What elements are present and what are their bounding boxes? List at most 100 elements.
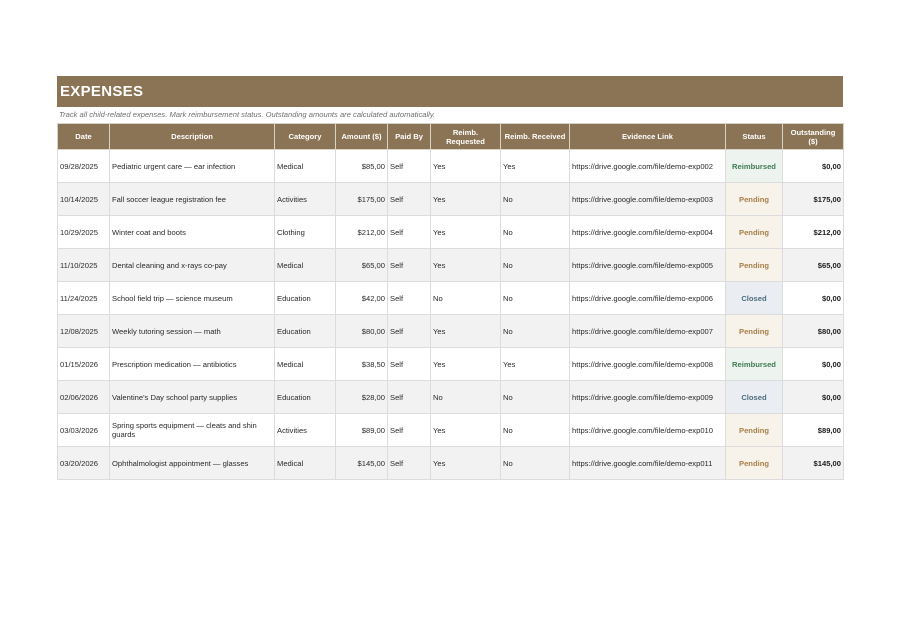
cell-category[interactable]: Activities bbox=[274, 182, 336, 216]
cell-category[interactable]: Education bbox=[274, 281, 336, 315]
cell-evidence-link[interactable]: https://drive.google.com/file/demo-exp00… bbox=[569, 215, 726, 249]
cell-outstanding[interactable]: $0,00 bbox=[782, 281, 844, 315]
cell-outstanding[interactable]: $80,00 bbox=[782, 314, 844, 348]
col-header-evidence-link[interactable]: Evidence Link bbox=[569, 123, 726, 150]
col-header-category[interactable]: Category bbox=[274, 123, 336, 150]
cell-reimb-requested[interactable]: No bbox=[430, 380, 501, 414]
cell-evidence-link[interactable]: https://drive.google.com/file/demo-exp00… bbox=[569, 347, 726, 381]
cell-date[interactable]: 03/20/2026 bbox=[57, 446, 110, 480]
col-header-reimb-requested[interactable]: Reimb. Requested bbox=[430, 123, 501, 150]
cell-date[interactable]: 10/14/2025 bbox=[57, 182, 110, 216]
cell-category[interactable]: Education bbox=[274, 380, 336, 414]
cell-date[interactable]: 09/28/2025 bbox=[57, 149, 110, 183]
cell-reimb-requested[interactable]: Yes bbox=[430, 149, 501, 183]
cell-paid-by[interactable]: Self bbox=[387, 446, 431, 480]
cell-paid-by[interactable]: Self bbox=[387, 182, 431, 216]
col-header-outstanding[interactable]: Outstanding ($) bbox=[782, 123, 844, 150]
cell-reimb-received[interactable]: No bbox=[500, 215, 570, 249]
cell-status[interactable]: Pending bbox=[725, 215, 783, 249]
cell-evidence-link[interactable]: https://drive.google.com/file/demo-exp00… bbox=[569, 182, 726, 216]
cell-description[interactable]: Ophthalmologist appointment — glasses bbox=[109, 446, 275, 480]
cell-reimb-requested[interactable]: Yes bbox=[430, 248, 501, 282]
cell-evidence-link[interactable]: https://drive.google.com/file/demo-exp01… bbox=[569, 446, 726, 480]
cell-amount[interactable]: $89,00 bbox=[335, 413, 388, 447]
cell-status[interactable]: Pending bbox=[725, 248, 783, 282]
cell-outstanding[interactable]: $212,00 bbox=[782, 215, 844, 249]
col-header-date[interactable]: Date bbox=[57, 123, 110, 150]
cell-reimb-requested[interactable]: Yes bbox=[430, 215, 501, 249]
cell-category[interactable]: Medical bbox=[274, 347, 336, 381]
cell-paid-by[interactable]: Self bbox=[387, 215, 431, 249]
cell-evidence-link[interactable]: https://drive.google.com/file/demo-exp00… bbox=[569, 248, 726, 282]
cell-evidence-link[interactable]: https://drive.google.com/file/demo-exp01… bbox=[569, 413, 726, 447]
cell-date[interactable]: 12/08/2025 bbox=[57, 314, 110, 348]
cell-reimb-received[interactable]: No bbox=[500, 413, 570, 447]
cell-outstanding[interactable]: $0,00 bbox=[782, 149, 844, 183]
cell-amount[interactable]: $175,00 bbox=[335, 182, 388, 216]
cell-paid-by[interactable]: Self bbox=[387, 413, 431, 447]
cell-status[interactable]: Pending bbox=[725, 314, 783, 348]
cell-amount[interactable]: $145,00 bbox=[335, 446, 388, 480]
col-header-reimb-received[interactable]: Reimb. Received bbox=[500, 123, 570, 150]
col-header-status[interactable]: Status bbox=[725, 123, 783, 150]
cell-evidence-link[interactable]: https://drive.google.com/file/demo-exp00… bbox=[569, 314, 726, 348]
cell-reimb-received[interactable]: Yes bbox=[500, 347, 570, 381]
cell-amount[interactable]: $28,00 bbox=[335, 380, 388, 414]
cell-amount[interactable]: $85,00 bbox=[335, 149, 388, 183]
cell-reimb-received[interactable]: No bbox=[500, 446, 570, 480]
cell-status[interactable]: Pending bbox=[725, 446, 783, 480]
cell-date[interactable]: 11/10/2025 bbox=[57, 248, 110, 282]
cell-evidence-link[interactable]: https://drive.google.com/file/demo-exp00… bbox=[569, 380, 726, 414]
cell-outstanding[interactable]: $145,00 bbox=[782, 446, 844, 480]
cell-paid-by[interactable]: Self bbox=[387, 281, 431, 315]
cell-date[interactable]: 11/24/2025 bbox=[57, 281, 110, 315]
cell-outstanding[interactable]: $175,00 bbox=[782, 182, 844, 216]
cell-amount[interactable]: $212,00 bbox=[335, 215, 388, 249]
cell-category[interactable]: Education bbox=[274, 314, 336, 348]
cell-reimb-received[interactable]: No bbox=[500, 314, 570, 348]
cell-reimb-received[interactable]: No bbox=[500, 281, 570, 315]
cell-status[interactable]: Closed bbox=[725, 281, 783, 315]
cell-category[interactable]: Medical bbox=[274, 149, 336, 183]
cell-category[interactable]: Medical bbox=[274, 446, 336, 480]
cell-description[interactable]: Spring sports equipment — cleats and shi… bbox=[109, 413, 275, 447]
cell-date[interactable]: 03/03/2026 bbox=[57, 413, 110, 447]
cell-date[interactable]: 10/29/2025 bbox=[57, 215, 110, 249]
cell-paid-by[interactable]: Self bbox=[387, 380, 431, 414]
cell-description[interactable]: Dental cleaning and x-rays co-pay bbox=[109, 248, 275, 282]
cell-reimb-requested[interactable]: No bbox=[430, 281, 501, 315]
cell-category[interactable]: Medical bbox=[274, 248, 336, 282]
cell-reimb-received[interactable]: No bbox=[500, 182, 570, 216]
cell-description[interactable]: Valentine's Day school party supplies bbox=[109, 380, 275, 414]
cell-evidence-link[interactable]: https://drive.google.com/file/demo-exp00… bbox=[569, 281, 726, 315]
cell-status[interactable]: Pending bbox=[725, 182, 783, 216]
cell-status[interactable]: Reimbursed bbox=[725, 149, 783, 183]
cell-amount[interactable]: $80,00 bbox=[335, 314, 388, 348]
cell-status[interactable]: Closed bbox=[725, 380, 783, 414]
cell-paid-by[interactable]: Self bbox=[387, 314, 431, 348]
cell-date[interactable]: 01/15/2026 bbox=[57, 347, 110, 381]
cell-reimb-requested[interactable]: Yes bbox=[430, 413, 501, 447]
cell-category[interactable]: Clothing bbox=[274, 215, 336, 249]
cell-reimb-requested[interactable]: Yes bbox=[430, 446, 501, 480]
col-header-amount[interactable]: Amount ($) bbox=[335, 123, 388, 150]
cell-outstanding[interactable]: $89,00 bbox=[782, 413, 844, 447]
cell-reimb-requested[interactable]: Yes bbox=[430, 314, 501, 348]
cell-outstanding[interactable]: $0,00 bbox=[782, 380, 844, 414]
cell-paid-by[interactable]: Self bbox=[387, 248, 431, 282]
cell-category[interactable]: Activities bbox=[274, 413, 336, 447]
cell-description[interactable]: School field trip — science museum bbox=[109, 281, 275, 315]
cell-outstanding[interactable]: $0,00 bbox=[782, 347, 844, 381]
cell-reimb-requested[interactable]: Yes bbox=[430, 182, 501, 216]
cell-amount[interactable]: $38,50 bbox=[335, 347, 388, 381]
cell-reimb-requested[interactable]: Yes bbox=[430, 347, 501, 381]
col-header-description[interactable]: Description bbox=[109, 123, 275, 150]
cell-status[interactable]: Reimbursed bbox=[725, 347, 783, 381]
cell-paid-by[interactable]: Self bbox=[387, 347, 431, 381]
cell-status[interactable]: Pending bbox=[725, 413, 783, 447]
cell-reimb-received[interactable]: No bbox=[500, 248, 570, 282]
cell-reimb-received[interactable]: No bbox=[500, 380, 570, 414]
cell-date[interactable]: 02/06/2026 bbox=[57, 380, 110, 414]
cell-paid-by[interactable]: Self bbox=[387, 149, 431, 183]
cell-description[interactable]: Prescription medication — antibiotics bbox=[109, 347, 275, 381]
